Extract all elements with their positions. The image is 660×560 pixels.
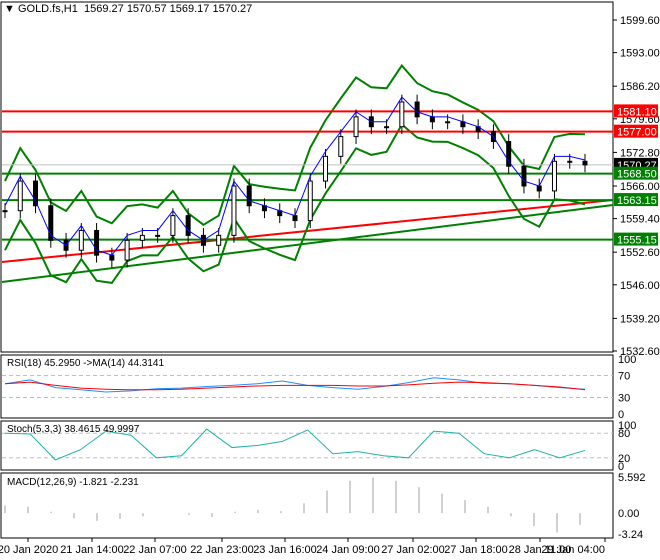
y-tick-label: 70 bbox=[618, 371, 630, 383]
level-tag-label: 1555.15 bbox=[617, 235, 657, 247]
series-line-RSI bbox=[4, 377, 586, 393]
candle bbox=[231, 185, 237, 236]
candle bbox=[521, 165, 527, 187]
moving-average-slow bbox=[1, 199, 614, 263]
level-tag-label: 1563.15 bbox=[617, 195, 657, 207]
macd-title: MACD(12,26,9) -1.821 -2.231 bbox=[7, 477, 139, 488]
candle bbox=[551, 160, 557, 192]
candle bbox=[139, 234, 145, 241]
x-tick-label: 27 Jan 18:00 bbox=[444, 544, 508, 556]
candle bbox=[353, 116, 359, 138]
candle bbox=[429, 116, 435, 123]
low-value: 1569.17 bbox=[169, 3, 210, 15]
candle bbox=[323, 155, 329, 182]
open-value: 1569.27 bbox=[83, 3, 124, 15]
candle bbox=[2, 210, 8, 213]
y-tick-label: 1546.00 bbox=[620, 280, 660, 292]
y-tick-label: 1559.40 bbox=[620, 214, 660, 226]
candle bbox=[78, 229, 84, 251]
y-tick-label: 100 bbox=[618, 354, 636, 366]
bollinger-lower bbox=[4, 122, 586, 284]
rsi-title: RSI(18) 45.2950 ->MA(14) 44.3141 bbox=[7, 358, 165, 369]
y-tick-label: 1539.20 bbox=[620, 313, 660, 325]
x-tick-label: 20 Jan 2020 bbox=[0, 544, 58, 556]
candle bbox=[155, 234, 161, 237]
candle bbox=[338, 136, 344, 157]
x-tick-label: 29 Jan 04:00 bbox=[541, 544, 605, 556]
x-tick-label: 22 Jan 07:00 bbox=[123, 544, 187, 556]
candle bbox=[399, 101, 405, 128]
candle bbox=[246, 185, 252, 207]
y-tick-label: -3.24 bbox=[618, 529, 643, 541]
candle bbox=[445, 121, 451, 124]
y-tick-label: 1599.60 bbox=[620, 15, 660, 27]
y-tick-label: 30 bbox=[618, 393, 630, 405]
x-tick-label: 22 Jan 23:00 bbox=[190, 544, 254, 556]
candle bbox=[582, 160, 588, 166]
candle bbox=[307, 180, 313, 222]
level-tag-label: 1577.00 bbox=[617, 127, 657, 139]
chart-window: 1599.60 1593.00 1586.20 1579.60 1572.80 1566.… bbox=[0, 0, 660, 560]
y-tick-label: 1552.60 bbox=[620, 247, 660, 259]
chart-canvas[interactable]: 1599.601593.001586.201579.601572.801566.… bbox=[0, 0, 660, 560]
close-value: 1570.27 bbox=[212, 3, 253, 15]
high-value: 1570.57 bbox=[126, 3, 167, 15]
candle bbox=[109, 254, 115, 261]
x-tick-label: 23 Jan 16:00 bbox=[253, 544, 317, 556]
y-tick-label: 5.592 bbox=[618, 472, 646, 484]
x-tick-label: 27 Jan 02:00 bbox=[381, 544, 445, 556]
y-tick-label: 80 bbox=[618, 428, 630, 440]
candle bbox=[216, 234, 222, 246]
candle bbox=[536, 185, 542, 192]
candle bbox=[567, 160, 573, 163]
level-tag-label: 1568.50 bbox=[617, 169, 657, 181]
y-tick-label: 1572.80 bbox=[620, 147, 660, 159]
candle bbox=[170, 215, 176, 236]
symbol-label: GOLD.fs,H1 bbox=[17, 3, 78, 15]
candle bbox=[124, 239, 130, 261]
candle bbox=[384, 126, 390, 129]
y-tick-label: 1566.00 bbox=[620, 181, 660, 193]
candle bbox=[17, 180, 23, 212]
y-tick-label: 1586.20 bbox=[620, 81, 660, 93]
stoch-title: Stoch(5,3,3) 38.4615 49.9997 bbox=[7, 424, 140, 435]
x-tick-label: 24 Jan 09:00 bbox=[316, 544, 380, 556]
x-tick-label: 21 Jan 14:00 bbox=[60, 544, 124, 556]
candle bbox=[414, 101, 420, 118]
candle bbox=[94, 229, 100, 256]
y-tick-label: 0.00 bbox=[618, 508, 639, 520]
candle bbox=[185, 215, 191, 236]
chart-header: ▼ GOLD.fs,H1 1569.27 1570.57 1569.17 157… bbox=[4, 3, 252, 15]
dropdown-icon[interactable]: ▼ bbox=[4, 3, 15, 15]
level-tag-label: 1581.10 bbox=[617, 106, 657, 118]
y-tick-label: 1593.00 bbox=[620, 48, 660, 60]
candle bbox=[292, 215, 298, 222]
